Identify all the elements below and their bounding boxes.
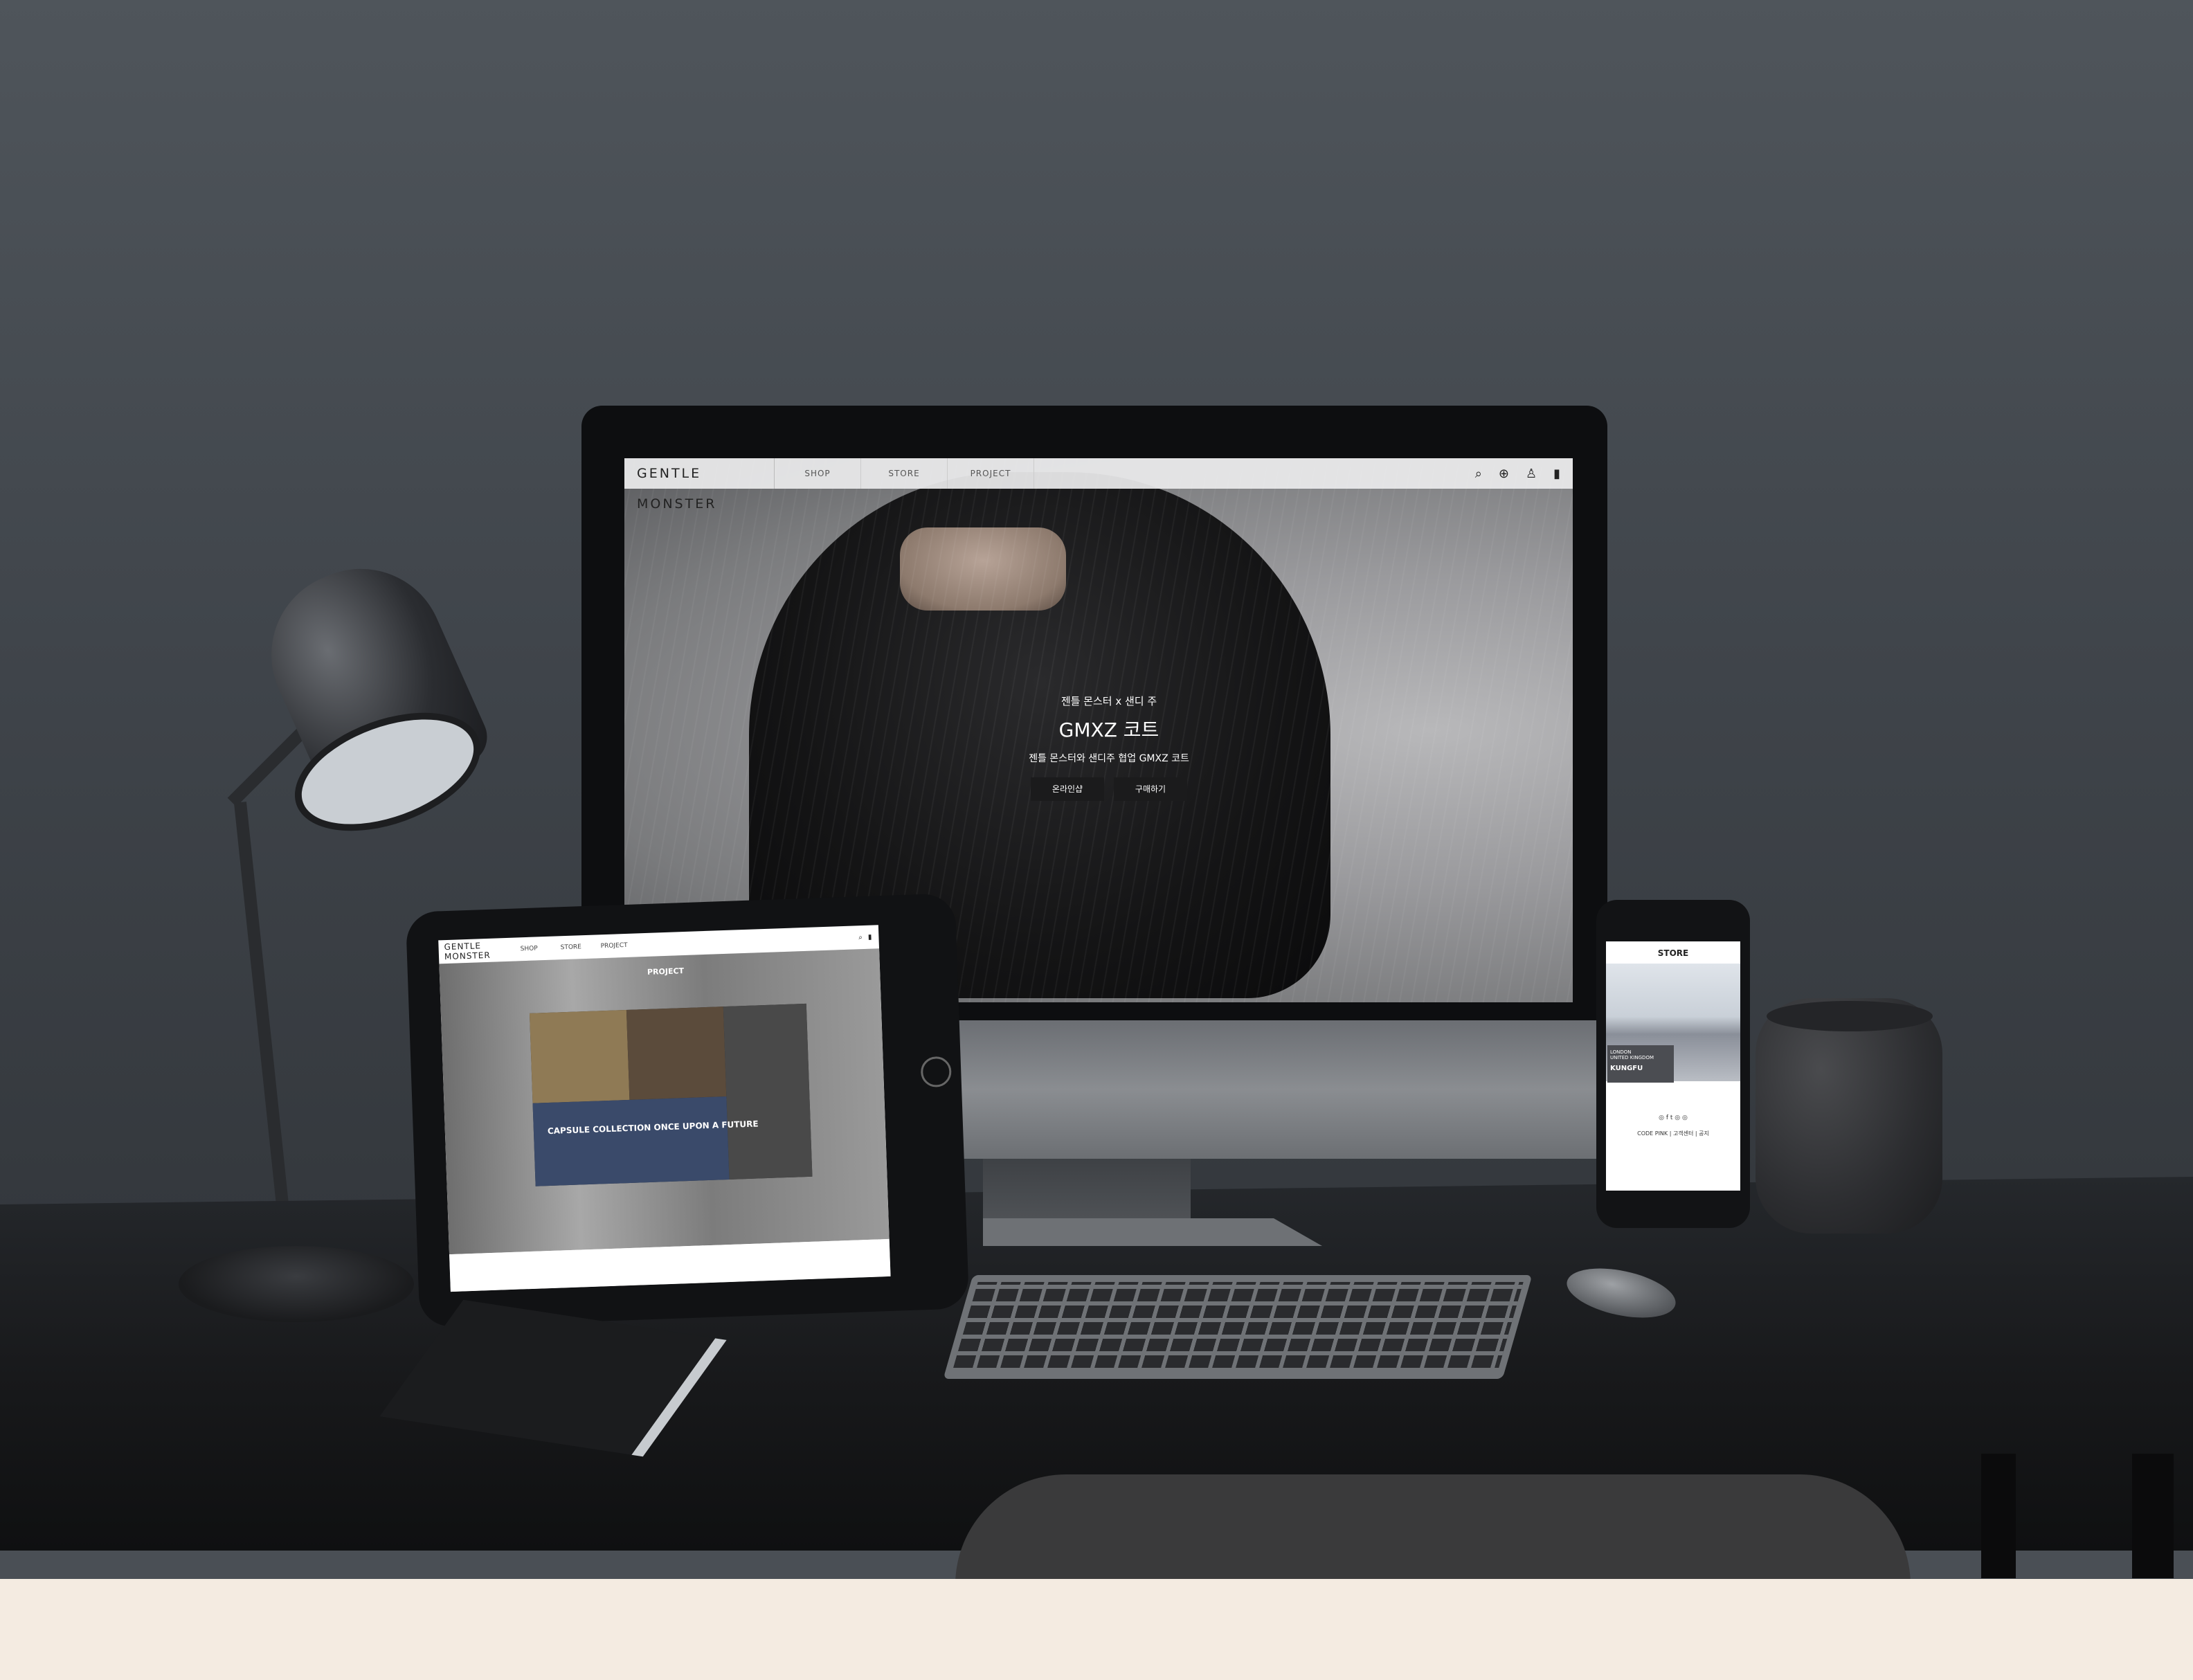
bag-icon[interactable]: ▮ (868, 933, 872, 941)
project-collage[interactable] (529, 1003, 813, 1186)
apple-logo-icon (1119, 1063, 1160, 1112)
search-icon[interactable]: ⌕ (1475, 467, 1482, 481)
store-city: LONDON (1610, 1049, 1632, 1055)
user-icon[interactable]: ♙ (1526, 467, 1537, 481)
collage-image (626, 1006, 727, 1100)
tablet-nav-shop[interactable]: SHOP (521, 944, 561, 952)
project-page: PROJECT CAPSULE COLLECTION ONCE UPON A F… (439, 948, 890, 1255)
globe-icon[interactable]: ⊕ (1499, 467, 1509, 481)
store-country: UNITED KINGDOM (1610, 1055, 1654, 1060)
hero-text-block: 젠틀 몬스터 x 샌디 주 GMXZ 코트 젠틀 몬스터와 샌디주 협업 GMX… (1012, 694, 1206, 801)
nav-project[interactable]: PROJECT (948, 458, 1034, 489)
desk-leg (1981, 1454, 2016, 1578)
keyboard-keys (953, 1282, 1524, 1368)
project-title: PROJECT (647, 966, 685, 977)
social-icons[interactable]: ◎ f t ◎ ◎ (1606, 1114, 1740, 1121)
tablet-nav-store[interactable]: STORE (561, 943, 601, 951)
store-tag: LONDON UNITED KINGDOM KUNGFU (1607, 1045, 1674, 1083)
chair-back (955, 1474, 1911, 1585)
tablet-logo[interactable]: GENTLE MONSTER (438, 939, 521, 961)
hero-buttons: 온라인샵 구매하기 (1012, 777, 1206, 801)
search-icon[interactable]: ⌕ (858, 934, 863, 941)
imac-foot (983, 1218, 1322, 1246)
site-header: GENTLE MONSTER SHOP STORE PROJECT ⌕ ⊕ ♙ … (624, 458, 1573, 512)
nav-shop[interactable]: SHOP (775, 458, 861, 489)
lamp-base (179, 1246, 414, 1322)
phone-device: STORE LONDON UNITED KINGDOM KUNGFU ◎ f t… (1596, 900, 1750, 1228)
hero-description: 젠틀 몬스터와 샌디주 협업 GMXZ 코트 (1029, 753, 1189, 764)
site-logo[interactable]: GENTLE MONSTER (624, 458, 775, 512)
store-photo[interactable]: LONDON UNITED KINGDOM KUNGFU (1606, 964, 1740, 1083)
store-name: KUNGFU (1610, 1065, 1643, 1072)
speaker-top (1767, 1001, 1933, 1031)
tablet-nav-project[interactable]: PROJECT (600, 941, 640, 950)
phone-page-title: STORE (1657, 948, 1689, 958)
speaker (1756, 998, 1942, 1234)
collage-image (532, 1096, 730, 1186)
keyboard (943, 1275, 1533, 1379)
phone-screen: STORE LONDON UNITED KINGDOM KUNGFU ◎ f t… (1606, 941, 1740, 1191)
header-icons: ⌕ ⊕ ♙ ▮ (1475, 467, 1573, 481)
tablet-device: GENTLE MONSTER SHOP STORE PROJECT ⌕ ▮ PR… (405, 893, 970, 1328)
collage-image (723, 1003, 813, 1180)
tablet-screen: GENTLE MONSTER SHOP STORE PROJECT ⌕ ▮ PR… (438, 925, 891, 1292)
footer-links[interactable]: CODE PINK | 고객센터 | 공지 (1606, 1130, 1740, 1137)
hero-title: GMXZ 코트 (1058, 719, 1159, 741)
online-shop-button[interactable]: 온라인샵 (1031, 777, 1104, 801)
home-button-icon (920, 1056, 953, 1088)
bag-icon[interactable]: ▮ (1553, 467, 1560, 481)
nav-store[interactable]: STORE (861, 458, 948, 489)
desk-leg (2132, 1454, 2174, 1578)
buy-button[interactable]: 구매하기 (1114, 777, 1187, 801)
collage-image (529, 1009, 630, 1103)
tablet-header-icons: ⌕ ▮ (858, 933, 878, 941)
bottom-band (0, 1579, 2193, 1680)
hero-subtitle: 젠틀 몬스터 x 샌디 주 (1061, 695, 1157, 707)
